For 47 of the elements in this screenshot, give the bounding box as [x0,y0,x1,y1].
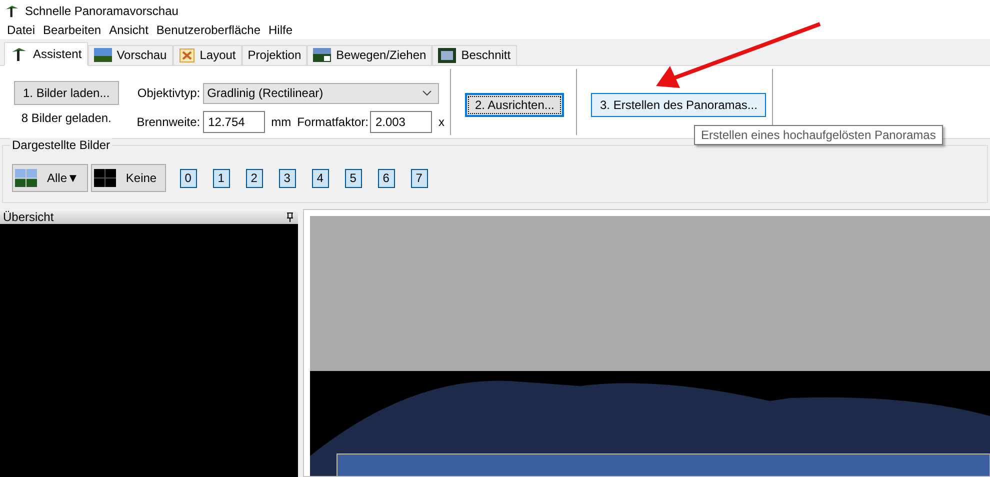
group-title: Dargestellte Bilder [10,138,112,152]
lens-type-label: Objektivtyp: [136,86,200,100]
image-toggle[interactable]: 0 [180,168,197,188]
tab[interactable]: Projektion [242,44,308,65]
align-button[interactable]: 2. Ausrichten... [465,92,564,117]
show-none-button[interactable]: Keine [90,164,166,192]
pane-title: Übersicht [3,210,54,224]
tab[interactable]: Assistent [4,42,88,66]
landscape-icon [94,48,112,62]
grid-icon [94,169,116,188]
framed-landscape-icon [438,48,456,63]
image-toggle[interactable]: 5 [344,168,362,188]
show-all-button[interactable]: Alle▼ [12,164,88,192]
menu-item[interactable]: Ansicht [105,22,152,37]
landscape-move-icon [313,48,332,62]
image-toggle[interactable]: 7 [410,168,428,188]
focal-unit: mm [271,114,292,129]
wand-icon [4,4,20,18]
pin-icon[interactable] [286,212,294,222]
image-toggle[interactable]: 6 [378,168,395,188]
landscape-icon [15,169,37,188]
crop-factor-label: Formatfaktor: [297,114,368,129]
focal-length-field[interactable]: 12.754 [203,110,266,133]
wand-icon [10,46,28,62]
tab[interactable]: Vorschau [88,44,173,65]
load-images-button[interactable]: 1. Bilder laden... [14,80,119,105]
crop-factor-field[interactable]: 2.003 [370,110,432,133]
lens-type-dropdown[interactable]: Gradlinig (Rectilinear) [203,82,440,104]
window-title: Schnelle Panoramavorschau [25,4,178,18]
load-status: 8 Bilder geladen. [21,110,112,125]
focal-length-label: Brennweite: [136,114,200,129]
tab[interactable]: Beschnitt [432,44,517,65]
image-toggle[interactable]: 3 [278,168,296,188]
tab[interactable]: Layout [172,44,242,65]
menu-item[interactable]: Datei [3,22,40,37]
tooltip: Erstellen eines hochaufgelösten Panoramas [694,125,943,145]
chevron-down-icon [422,90,432,96]
menu-item[interactable]: Bearbeiten [39,22,106,37]
image-toggle[interactable]: 4 [312,168,329,188]
image-toggle[interactable]: 2 [246,168,263,188]
crop-unit: x [438,114,444,129]
layout-icon [178,48,195,63]
menu-item[interactable]: Benutzeroberfläche [152,22,264,37]
menu-item[interactable]: Hilfe [264,22,297,37]
create-panorama-button[interactable]: 3. Erstellen des Panoramas... [591,92,766,117]
image-toggle[interactable]: 1 [212,168,230,188]
tab[interactable]: Bewegen/Ziehen [307,44,432,65]
